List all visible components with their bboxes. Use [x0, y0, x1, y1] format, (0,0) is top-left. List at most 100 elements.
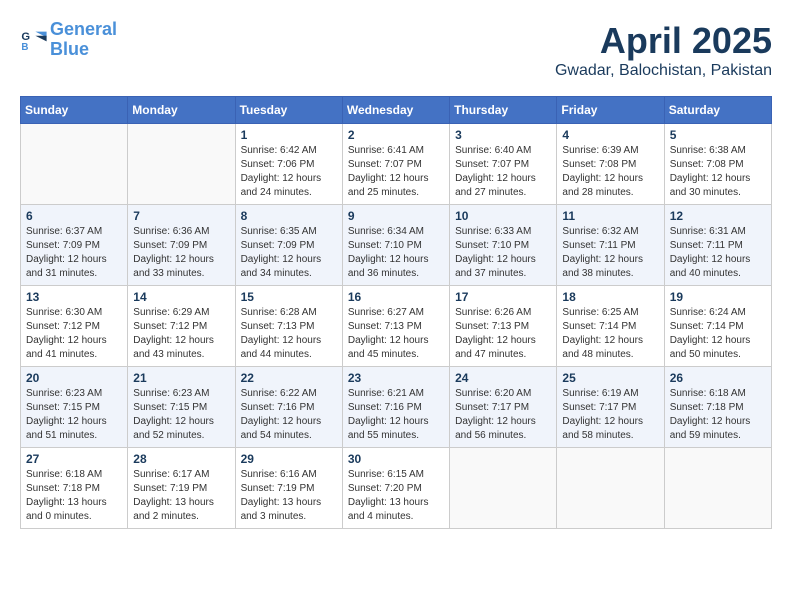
day-info: Sunrise: 6:23 AMSunset: 7:15 PMDaylight:… [26, 387, 122, 443]
svg-text:B: B [21, 42, 28, 53]
day-number: 28 [133, 452, 229, 466]
day-info: Sunrise: 6:15 AMSunset: 7:20 PMDaylight:… [348, 468, 444, 524]
calendar-cell: 26 Sunrise: 6:18 AMSunset: 7:18 PMDayligh… [664, 367, 771, 448]
day-number: 7 [133, 209, 229, 223]
day-info: Sunrise: 6:30 AMSunset: 7:12 PMDaylight:… [26, 306, 122, 362]
day-info: Sunrise: 6:28 AMSunset: 7:13 PMDaylight:… [241, 306, 337, 362]
calendar-week-row: 13 Sunrise: 6:30 AMSunset: 7:12 PMDayligh… [21, 286, 772, 367]
logo-line1: General [50, 19, 117, 39]
calendar-cell: 25 Sunrise: 6:19 AMSunset: 7:17 PMDayligh… [557, 367, 664, 448]
weekday-header: Saturday [664, 97, 771, 124]
day-info: Sunrise: 6:32 AMSunset: 7:11 PMDaylight:… [562, 225, 658, 281]
day-number: 23 [348, 371, 444, 385]
day-number: 13 [26, 290, 122, 304]
day-number: 2 [348, 128, 444, 142]
day-number: 29 [241, 452, 337, 466]
calendar-week-row: 27 Sunrise: 6:18 AMSunset: 7:18 PMDayligh… [21, 448, 772, 529]
calendar-cell: 10 Sunrise: 6:33 AMSunset: 7:10 PMDayligh… [450, 205, 557, 286]
calendar-cell: 4Sunrise: 6:39 AMSunset: 7:08 PMDaylight… [557, 124, 664, 205]
month-title: April 2025 [555, 20, 772, 62]
day-info: Sunrise: 6:16 AMSunset: 7:19 PMDaylight:… [241, 468, 337, 524]
day-info: Sunrise: 6:21 AMSunset: 7:16 PMDaylight:… [348, 387, 444, 443]
calendar-cell: 7Sunrise: 6:36 AMSunset: 7:09 PMDaylight… [128, 205, 235, 286]
day-number: 6 [26, 209, 122, 223]
calendar-cell: 23 Sunrise: 6:21 AMSunset: 7:16 PMDayligh… [342, 367, 449, 448]
day-number: 18 [562, 290, 658, 304]
day-info: Sunrise: 6:18 AMSunset: 7:18 PMDaylight:… [26, 468, 122, 524]
calendar-cell: 16 Sunrise: 6:27 AMSunset: 7:13 PMDayligh… [342, 286, 449, 367]
calendar-cell: 18 Sunrise: 6:25 AMSunset: 7:14 PMDayligh… [557, 286, 664, 367]
day-info: Sunrise: 6:37 AMSunset: 7:09 PMDaylight:… [26, 225, 122, 281]
calendar-cell [664, 448, 771, 529]
calendar-cell: 2Sunrise: 6:41 AMSunset: 7:07 PMDaylight… [342, 124, 449, 205]
logo-icon: G B [20, 26, 48, 54]
day-info: Sunrise: 6:17 AMSunset: 7:19 PMDaylight:… [133, 468, 229, 524]
day-info: Sunrise: 6:35 AMSunset: 7:09 PMDaylight:… [241, 225, 337, 281]
day-number: 21 [133, 371, 229, 385]
day-number: 20 [26, 371, 122, 385]
day-info: Sunrise: 6:26 AMSunset: 7:13 PMDaylight:… [455, 306, 551, 362]
day-number: 27 [26, 452, 122, 466]
weekday-header: Sunday [21, 97, 128, 124]
day-info: Sunrise: 6:25 AMSunset: 7:14 PMDaylight:… [562, 306, 658, 362]
calendar-cell: 22Sunrise: 6:22 AMSunset: 7:16 PMDayligh… [235, 367, 342, 448]
weekday-header: Friday [557, 97, 664, 124]
day-number: 11 [562, 209, 658, 223]
calendar-cell: 15Sunrise: 6:28 AMSunset: 7:13 PMDayligh… [235, 286, 342, 367]
day-info: Sunrise: 6:23 AMSunset: 7:15 PMDaylight:… [133, 387, 229, 443]
calendar-cell: 19 Sunrise: 6:24 AMSunset: 7:14 PMDayligh… [664, 286, 771, 367]
day-info: Sunrise: 6:19 AMSunset: 7:17 PMDaylight:… [562, 387, 658, 443]
calendar-cell [128, 124, 235, 205]
calendar-cell: 20 Sunrise: 6:23 AMSunset: 7:15 PMDayligh… [21, 367, 128, 448]
calendar-cell [557, 448, 664, 529]
calendar-cell [21, 124, 128, 205]
day-info: Sunrise: 6:18 AMSunset: 7:18 PMDaylight:… [670, 387, 766, 443]
day-number: 10 [455, 209, 551, 223]
day-info: Sunrise: 6:33 AMSunset: 7:10 PMDaylight:… [455, 225, 551, 281]
calendar-cell: 28 Sunrise: 6:17 AMSunset: 7:19 PMDayligh… [128, 448, 235, 529]
day-number: 25 [562, 371, 658, 385]
calendar-week-row: 6 Sunrise: 6:37 AMSunset: 7:09 PMDaylight… [21, 205, 772, 286]
title-block: April 2025 Gwadar, Balochistan, Pakistan [555, 20, 772, 80]
logo: G B General Blue [20, 20, 117, 60]
day-number: 24 [455, 371, 551, 385]
day-number: 12 [670, 209, 766, 223]
calendar-cell: 3 Sunrise: 6:40 AMSunset: 7:07 PMDaylight… [450, 124, 557, 205]
weekday-header: Tuesday [235, 97, 342, 124]
day-info: Sunrise: 6:20 AMSunset: 7:17 PMDaylight:… [455, 387, 551, 443]
location: Gwadar, Balochistan, Pakistan [555, 62, 772, 80]
calendar-cell: 13 Sunrise: 6:30 AMSunset: 7:12 PMDayligh… [21, 286, 128, 367]
day-number: 30 [348, 452, 444, 466]
day-number: 4 [562, 128, 658, 142]
calendar-cell [450, 448, 557, 529]
calendar-cell: 1Sunrise: 6:42 AMSunset: 7:06 PMDaylight… [235, 124, 342, 205]
day-info: Sunrise: 6:31 AMSunset: 7:11 PMDaylight:… [670, 225, 766, 281]
day-info: Sunrise: 6:27 AMSunset: 7:13 PMDaylight:… [348, 306, 444, 362]
calendar-cell: 9Sunrise: 6:34 AMSunset: 7:10 PMDaylight… [342, 205, 449, 286]
calendar-cell: 24 Sunrise: 6:20 AMSunset: 7:17 PMDayligh… [450, 367, 557, 448]
day-number: 14 [133, 290, 229, 304]
calendar-cell: 27 Sunrise: 6:18 AMSunset: 7:18 PMDayligh… [21, 448, 128, 529]
calendar-cell: 6 Sunrise: 6:37 AMSunset: 7:09 PMDaylight… [21, 205, 128, 286]
day-number: 17 [455, 290, 551, 304]
day-number: 3 [455, 128, 551, 142]
calendar-week-row: 20 Sunrise: 6:23 AMSunset: 7:15 PMDayligh… [21, 367, 772, 448]
weekday-header: Thursday [450, 97, 557, 124]
calendar-cell: 8Sunrise: 6:35 AMSunset: 7:09 PMDaylight… [235, 205, 342, 286]
day-info: Sunrise: 6:40 AMSunset: 7:07 PMDaylight:… [455, 144, 551, 200]
day-number: 16 [348, 290, 444, 304]
calendar-table: SundayMondayTuesdayWednesdayThursdayFrid… [20, 96, 772, 529]
calendar-cell: 5Sunrise: 6:38 AMSunset: 7:08 PMDaylight… [664, 124, 771, 205]
day-number: 19 [670, 290, 766, 304]
day-info: Sunrise: 6:42 AMSunset: 7:06 PMDaylight:… [241, 144, 337, 200]
day-number: 5 [670, 128, 766, 142]
day-info: Sunrise: 6:34 AMSunset: 7:10 PMDaylight:… [348, 225, 444, 281]
day-number: 26 [670, 371, 766, 385]
page-header: G B General Blue April 2025 Gwadar, Balo… [20, 20, 772, 80]
calendar-cell: 30 Sunrise: 6:15 AMSunset: 7:20 PMDayligh… [342, 448, 449, 529]
calendar-cell: 17 Sunrise: 6:26 AMSunset: 7:13 PMDayligh… [450, 286, 557, 367]
calendar-cell: 14 Sunrise: 6:29 AMSunset: 7:12 PMDayligh… [128, 286, 235, 367]
day-info: Sunrise: 6:24 AMSunset: 7:14 PMDaylight:… [670, 306, 766, 362]
logo-text: General Blue [50, 20, 117, 60]
day-info: Sunrise: 6:29 AMSunset: 7:12 PMDaylight:… [133, 306, 229, 362]
